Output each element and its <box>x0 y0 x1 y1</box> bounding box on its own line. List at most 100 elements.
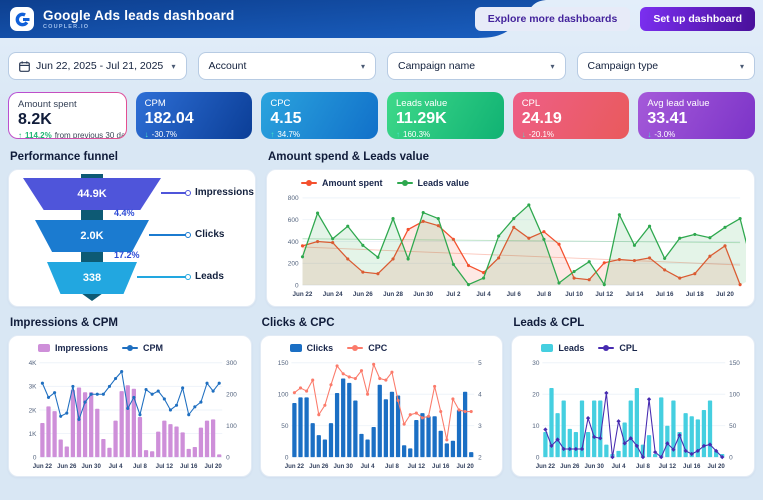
svg-text:0: 0 <box>295 283 299 290</box>
arrow-down-icon: ↓ <box>522 130 526 139</box>
svg-text:Jul 20: Jul 20 <box>456 463 474 470</box>
legend-line-swatch <box>122 347 138 349</box>
kpi-delta: ↓ -20.1% <box>522 130 621 139</box>
funnel-stage-impressions: 44.9K <box>23 178 161 210</box>
svg-text:Jun 22: Jun 22 <box>284 463 304 470</box>
kpi-card-cpm: CPM 182.04 ↓ -30.7% <box>136 92 253 139</box>
svg-text:0: 0 <box>33 454 37 461</box>
legend-item-cpm[interactable]: CPM <box>122 343 163 353</box>
svg-text:100: 100 <box>277 392 288 399</box>
arrow-down-icon: ↓ <box>145 130 149 139</box>
svg-text:Jun 30: Jun 30 <box>81 463 101 470</box>
campaign-name-filter[interactable]: Campaign name ▾ <box>387 52 566 80</box>
legend-item-leads-value[interactable]: Leads value <box>397 178 470 188</box>
leads-cpl-chart[interactable]: 0102030050100150Jun 22Jun 26Jun 30Jul 4J… <box>519 355 747 472</box>
page-title: Google Ads leads dashboard <box>43 8 234 23</box>
kpi-card-amount-spent: Amount spent 8.2K ↑ 114.2% from previous… <box>8 92 127 139</box>
svg-text:600: 600 <box>288 217 299 224</box>
svg-text:4K: 4K <box>29 360 38 367</box>
kpi-delta-value: -3.0% <box>654 130 675 139</box>
funnel-connector <box>137 276 187 278</box>
kpi-row: Amount spent 8.2K ↑ 114.2% from previous… <box>8 92 755 139</box>
funnel-label-impressions: Impressions <box>195 187 254 198</box>
date-range-filter[interactable]: Jun 22, 2025 - Jul 21, 2025 ▾ <box>8 52 187 80</box>
svg-text:200: 200 <box>288 261 299 268</box>
kpi-label: CPM <box>145 98 244 109</box>
kpi-card-avg-lead-value: Avg lead value 33.41 ↓ -3.0% <box>638 92 755 139</box>
funnel-stage-value: 338 <box>83 272 101 284</box>
legend-item-clicks[interactable]: Clicks <box>290 343 334 353</box>
arrow-up-icon: ↑ <box>396 130 400 139</box>
svg-text:3: 3 <box>478 423 482 430</box>
explore-dashboards-button[interactable]: Explore more dashboards <box>475 7 631 31</box>
legend-item-cpl[interactable]: CPL <box>598 343 637 353</box>
legend-label: Leads value <box>418 178 470 188</box>
svg-text:Jun 30: Jun 30 <box>585 463 605 470</box>
svg-text:1K: 1K <box>29 431 38 438</box>
legend-bar-swatch <box>541 344 553 352</box>
svg-text:Jul 12: Jul 12 <box>659 463 677 470</box>
svg-text:Jun 26: Jun 26 <box>309 463 329 470</box>
account-filter[interactable]: Account ▾ <box>198 52 377 80</box>
legend-label: Amount spent <box>322 178 383 188</box>
svg-text:Jul 20: Jul 20 <box>708 463 726 470</box>
date-range-value: Jun 22, 2025 - Jul 21, 2025 <box>36 60 163 72</box>
funnel-conversion-rate: 17.2% <box>114 250 140 260</box>
kpi-label: Leads value <box>396 98 495 109</box>
kpi-delta-value: -20.1% <box>529 130 554 139</box>
svg-text:Jun 22: Jun 22 <box>33 463 53 470</box>
kpi-label: CPL <box>522 98 621 109</box>
funnel-stage-leads: 338 <box>47 262 137 294</box>
svg-text:Jul 14: Jul 14 <box>626 291 644 298</box>
legend-item-leads[interactable]: Leads <box>541 343 584 353</box>
kpi-delta: ↓ -30.7% <box>145 130 244 139</box>
svg-text:Jun 26: Jun 26 <box>353 291 373 298</box>
svg-text:0: 0 <box>285 454 289 461</box>
chevron-down-icon: ▾ <box>550 62 554 71</box>
funnel-stage-value: 44.9K <box>77 188 106 200</box>
funnel-connector <box>149 234 187 236</box>
svg-text:150: 150 <box>729 360 740 367</box>
campaign-type-filter[interactable]: Campaign type ▾ <box>577 52 756 80</box>
svg-text:800: 800 <box>288 195 299 202</box>
kpi-label: CPC <box>270 98 369 109</box>
svg-text:50: 50 <box>281 423 289 430</box>
svg-text:Jun 30: Jun 30 <box>333 463 353 470</box>
funnel-stage-value: 2.0K <box>80 230 103 242</box>
svg-text:300: 300 <box>226 360 237 367</box>
account-filter-label: Account <box>209 60 247 72</box>
calendar-icon <box>19 61 30 72</box>
legend-item-amount-spent[interactable]: Amount spent <box>301 178 383 188</box>
svg-text:Jun 30: Jun 30 <box>413 291 433 298</box>
svg-text:Jul 8: Jul 8 <box>537 291 552 298</box>
svg-text:Jul 16: Jul 16 <box>683 463 701 470</box>
legend-label: Leads <box>558 343 584 353</box>
leads-section-title: Leads & CPL <box>513 317 755 329</box>
amount-leads-line-chart[interactable]: 0200400600800Jun 22Jun 24Jun 26Jun 28Jun… <box>275 190 746 300</box>
kpi-label: Amount spent <box>18 99 117 110</box>
legend-line-swatch <box>301 182 317 184</box>
svg-text:Jul 16: Jul 16 <box>656 291 674 298</box>
legend-label: CPL <box>619 343 637 353</box>
legend-item-impressions[interactable]: Impressions <box>38 343 108 353</box>
svg-text:Jun 28: Jun 28 <box>383 291 403 298</box>
kpi-delta: ↓ -3.0% <box>647 130 746 139</box>
clicks-cpc-chart[interactable]: 0501001502345Jun 22Jun 26Jun 30Jul 4Jul … <box>268 355 496 472</box>
kpi-label: Avg lead value <box>647 98 746 109</box>
setup-dashboard-button[interactable]: Set up dashboard <box>640 7 755 31</box>
svg-text:Jul 4: Jul 4 <box>109 463 124 470</box>
arrow-down-icon: ↓ <box>647 130 651 139</box>
svg-text:5: 5 <box>478 360 482 367</box>
svg-text:Jun 26: Jun 26 <box>560 463 580 470</box>
svg-text:400: 400 <box>288 239 299 246</box>
svg-text:Jul 20: Jul 20 <box>716 291 734 298</box>
svg-text:2: 2 <box>478 454 482 461</box>
svg-text:Jun 24: Jun 24 <box>323 291 343 298</box>
bigchart-legend: Amount spent Leads value <box>275 176 746 190</box>
kpi-delta-value: 34.7% <box>277 130 300 139</box>
filter-bar: Jun 22, 2025 - Jul 21, 2025 ▾ Account ▾ … <box>8 52 755 80</box>
impressions-cpm-chart[interactable]: 01K2K3K4K0100200300Jun 22Jun 26Jun 30Jul… <box>16 355 244 472</box>
funnel-stage-clicks: 2.0K <box>35 220 149 252</box>
legend-item-cpc[interactable]: CPC <box>347 343 387 353</box>
kpi-value: 182.04 <box>145 110 244 128</box>
